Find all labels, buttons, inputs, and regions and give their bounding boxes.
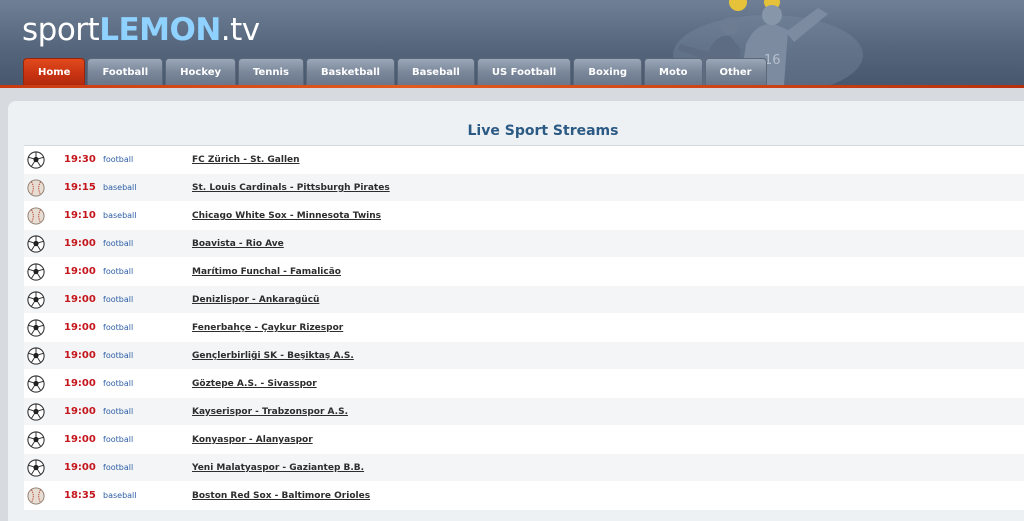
event-row: 19:00 football Gençlerbirliği SK - Beşik… xyxy=(24,342,1024,370)
tab-moto[interactable]: Moto xyxy=(644,58,703,85)
event-sport-link[interactable]: football xyxy=(103,342,133,370)
event-sport-link[interactable]: football xyxy=(103,230,133,258)
event-time: 19:00 xyxy=(64,238,96,249)
event-link[interactable]: Gençlerbirliği SK - Beşiktaş A.S. xyxy=(192,342,354,370)
tab-home[interactable]: Home xyxy=(23,58,86,85)
event-link[interactable]: Boston Red Sox - Baltimore Orioles xyxy=(192,482,370,510)
event-row: 19:00 football Boavista - Rio Ave xyxy=(24,230,1024,258)
event-sport-link[interactable]: football xyxy=(103,286,133,314)
event-row: 19:30 football FC Zürich - St. Gallen xyxy=(24,146,1024,174)
baseball-icon xyxy=(27,487,45,505)
event-link[interactable]: Yeni Malatyaspor - Gaziantep B.B. xyxy=(192,454,364,482)
event-row: 19:00 football Konyaspor - Alanyaspor xyxy=(24,426,1024,454)
soccer-ball-icon xyxy=(27,459,45,477)
event-row: 19:00 football Fenerbahçe - Çaykur Rizes… xyxy=(24,314,1024,342)
logo-suffix: .tv xyxy=(220,12,260,48)
tab-baseball[interactable]: Baseball xyxy=(396,58,475,85)
soccer-ball-icon xyxy=(27,403,45,421)
event-sport-link[interactable]: football xyxy=(103,454,133,482)
soccer-ball-icon xyxy=(27,151,45,169)
event-time: 19:00 xyxy=(64,406,96,417)
logo-prefix: sport xyxy=(22,12,100,48)
event-sport-link[interactable]: baseball xyxy=(103,482,137,510)
event-link[interactable]: Marítimo Funchal - Famalicão xyxy=(192,258,341,286)
event-row: 19:00 football Denizlispor - Ankaragücü xyxy=(24,286,1024,314)
site-header: sportLEMON.tv 10 16 Home Football Hockey… xyxy=(0,0,1024,88)
event-row: 19:00 football Yeni Malatyaspor - Gazian… xyxy=(24,454,1024,482)
event-link[interactable]: Denizlispor - Ankaragücü xyxy=(192,286,319,314)
tab-us-football[interactable]: US Football xyxy=(476,58,572,85)
event-sport-link[interactable]: football xyxy=(103,370,133,398)
event-sport-link[interactable]: football xyxy=(103,314,133,342)
soccer-ball-icon xyxy=(27,235,45,253)
event-link[interactable]: FC Zürich - St. Gallen xyxy=(192,146,300,174)
event-row: 19:00 football Marítimo Funchal - Famali… xyxy=(24,258,1024,286)
logo-brand: LEMON xyxy=(99,12,221,48)
event-time: 19:00 xyxy=(64,378,96,389)
sport-tabs: Home Football Hockey Tennis Basketball B… xyxy=(23,58,767,85)
event-time: 19:00 xyxy=(64,294,96,305)
tab-other[interactable]: Other xyxy=(704,58,767,85)
event-link[interactable]: Göztepe A.S. - Sivasspor xyxy=(192,370,317,398)
event-time: 19:15 xyxy=(64,182,96,193)
header-accent-bar xyxy=(0,85,1024,88)
event-time: 19:00 xyxy=(64,322,96,333)
event-sport-link[interactable]: baseball xyxy=(103,202,137,230)
event-time: 19:00 xyxy=(64,434,96,445)
event-time: 18:35 xyxy=(64,490,96,501)
page-title: Live Sport Streams xyxy=(467,123,619,139)
soccer-ball-icon xyxy=(27,375,45,393)
tab-football[interactable]: Football xyxy=(87,58,164,85)
event-sport-link[interactable]: football xyxy=(103,398,133,426)
site-logo[interactable]: sportLEMON.tv xyxy=(22,12,260,48)
soccer-ball-icon xyxy=(27,291,45,309)
event-time: 19:00 xyxy=(64,266,96,277)
event-link[interactable]: Kayserispor - Trabzonspor A.S. xyxy=(192,398,348,426)
event-sport-link[interactable]: football xyxy=(103,426,133,454)
tab-tennis[interactable]: Tennis xyxy=(238,58,304,85)
tab-boxing[interactable]: Boxing xyxy=(573,58,643,85)
event-row: 19:00 football Kayserispor - Trabzonspor… xyxy=(24,398,1024,426)
baseball-icon xyxy=(27,179,45,197)
event-row: 18:35 baseball Boston Red Sox - Baltimor… xyxy=(24,482,1024,510)
event-link[interactable]: Boavista - Rio Ave xyxy=(192,230,284,258)
soccer-ball-icon xyxy=(27,431,45,449)
event-sport-link[interactable]: football xyxy=(103,258,133,286)
event-time: 19:10 xyxy=(64,210,96,221)
event-link[interactable]: Konyaspor - Alanyaspor xyxy=(192,426,313,454)
event-row: 19:00 football Göztepe A.S. - Sivasspor xyxy=(24,370,1024,398)
tab-hockey[interactable]: Hockey xyxy=(165,58,237,85)
event-sport-link[interactable]: football xyxy=(103,146,133,174)
event-row: 19:10 baseball Chicago White Sox - Minne… xyxy=(24,202,1024,230)
event-time: 19:30 xyxy=(64,154,96,165)
soccer-ball-icon xyxy=(27,347,45,365)
event-link[interactable]: Fenerbahçe - Çaykur Rizespor xyxy=(192,314,343,342)
event-time: 19:00 xyxy=(64,350,96,361)
event-sport-link[interactable]: baseball xyxy=(103,174,137,202)
event-time: 19:00 xyxy=(64,462,96,473)
event-link[interactable]: Chicago White Sox - Minnesota Twins xyxy=(192,202,381,230)
baseball-icon xyxy=(27,207,45,225)
event-link[interactable]: St. Louis Cardinals - Pittsburgh Pirates xyxy=(192,174,390,202)
event-row: 19:15 baseball St. Louis Cardinals - Pit… xyxy=(24,174,1024,202)
soccer-ball-icon xyxy=(27,319,45,337)
soccer-ball-icon xyxy=(27,263,45,281)
event-list: 19:30 football FC Zürich - St. Gallen 19… xyxy=(24,145,1024,510)
tab-basketball[interactable]: Basketball xyxy=(305,58,395,85)
